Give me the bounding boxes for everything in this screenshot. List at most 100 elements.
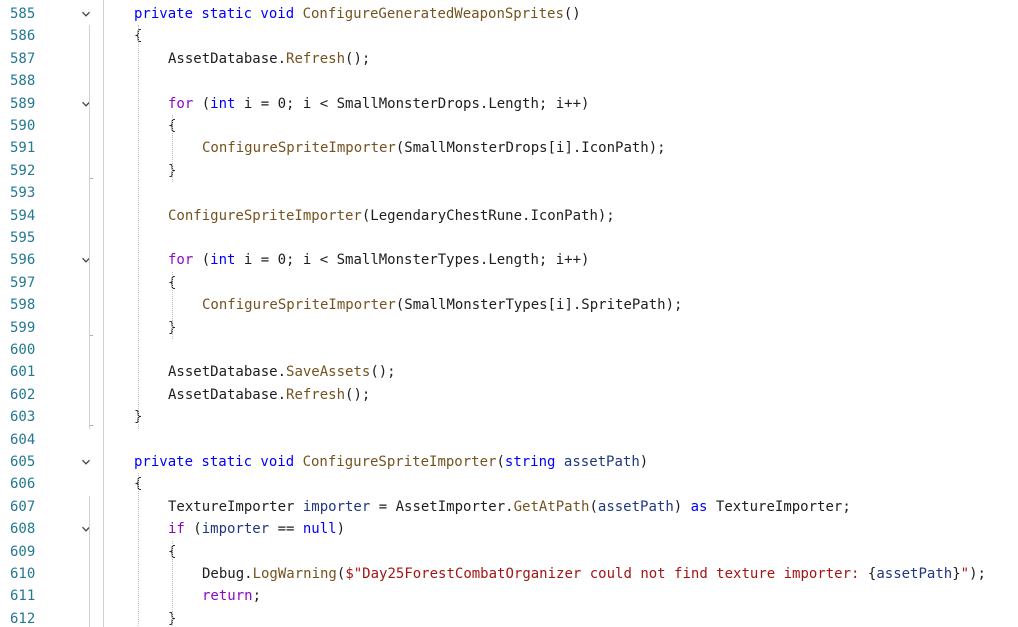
line-number: 601 (10, 364, 36, 381)
code-line[interactable]: 585 private static void ConfigureGenerate… (0, 3, 1018, 25)
line-number: 586 (10, 28, 36, 45)
line-number: 593 (10, 185, 36, 202)
indent-guide (172, 540, 173, 627)
code-token: AssetDatabase. (168, 50, 287, 67)
indent-guide (138, 473, 139, 627)
code-line[interactable]: 586{ (0, 25, 1018, 47)
code-token: $"Day25ForestCombatOrganizer could not f… (345, 566, 868, 582)
line-number: 603 (10, 409, 36, 426)
code-token: Debug. (202, 566, 253, 582)
fold-region-line (89, 25, 90, 429)
line-number: 599 (10, 319, 36, 336)
code-line[interactable]: 594 ConfigureSpriteImporter(LegendaryChes… (0, 205, 1018, 227)
code-line[interactable]: 591 ConfigureSpriteImporter(SmallMonsterD… (0, 137, 1018, 159)
code-token: ConfigureSpriteImporter (202, 140, 396, 157)
code-token: as (690, 498, 708, 515)
code-line[interactable]: 593 (0, 182, 1018, 204)
code-line[interactable]: 602 AssetDatabase.Refresh(); (0, 384, 1018, 406)
code-line[interactable]: 604 (0, 429, 1018, 451)
code-text: for (int i = 0; i < SmallMonsterTypes.Le… (168, 249, 589, 271)
line-number: 607 (10, 498, 36, 515)
chevron-down-icon[interactable] (80, 93, 92, 115)
code-line[interactable]: 612} (0, 608, 1018, 627)
code-token: assetPath (597, 498, 674, 515)
code-editor[interactable]: 585 private static void ConfigureGenerate… (0, 0, 1018, 627)
line-number: 596 (10, 252, 36, 269)
code-line[interactable]: 599} (0, 317, 1018, 339)
code-token: " (960, 566, 970, 582)
fold-region-line (89, 495, 90, 627)
code-line[interactable]: 587 AssetDatabase.Refresh(); (0, 48, 1018, 70)
code-token: string (504, 454, 564, 470)
code-line[interactable]: 601 AssetDatabase.SaveAssets(); (0, 361, 1018, 383)
indent-guide (172, 115, 173, 183)
code-line[interactable]: 592} (0, 160, 1018, 182)
code-token: ; (252, 588, 262, 605)
code-token: ) (336, 521, 346, 538)
code-token: ( (184, 521, 202, 538)
code-token: () (563, 6, 581, 22)
code-line[interactable]: 603} (0, 406, 1018, 428)
line-number: 598 (10, 297, 36, 314)
line-number: 585 (10, 6, 36, 22)
chevron-down-icon[interactable] (80, 451, 92, 473)
code-line[interactable]: 611 return; (0, 585, 1018, 607)
code-line[interactable]: 589 for (int i = 0; i < SmallMonsterDrops… (0, 93, 1018, 115)
chevron-down-icon[interactable] (80, 249, 92, 271)
indent-guide (172, 271, 173, 339)
code-token: ConfigureSpriteImporter (168, 207, 362, 224)
code-text: ConfigureSpriteImporter(SmallMonsterType… (202, 294, 682, 316)
code-text: TextureImporter importer = AssetImporter… (168, 496, 851, 518)
code-line[interactable]: 596 for (int i = 0; i < SmallMonsterTypes… (0, 249, 1018, 271)
line-number: 600 (10, 342, 36, 358)
code-line[interactable]: 597{ (0, 272, 1018, 294)
code-line[interactable]: 595 (0, 227, 1018, 249)
code-token: int (210, 252, 236, 269)
code-token: (); (345, 50, 371, 67)
code-line[interactable]: 598 ConfigureSpriteImporter(SmallMonsterT… (0, 294, 1018, 316)
code-text: for (int i = 0; i < SmallMonsterDrops.Le… (168, 93, 589, 115)
code-line[interactable]: 588 (0, 70, 1018, 92)
line-number: 604 (10, 431, 36, 448)
code-token: (LegendaryChestRune.IconPath); (361, 207, 615, 224)
code-token: if (168, 521, 185, 538)
code-text: return; (202, 585, 261, 607)
code-token: int (210, 95, 236, 112)
code-token: TextureImporter; (707, 498, 851, 515)
code-text: if (importer == null) (168, 518, 345, 540)
indent-guide (138, 25, 139, 429)
code-line[interactable]: 610 Debug.LogWarning($"Day25ForestCombatO… (0, 563, 1018, 585)
code-token: ConfigureSpriteImporter (202, 297, 396, 314)
code-token: assetPath (876, 566, 953, 582)
code-token: ) (639, 454, 649, 470)
code-text: ConfigureSpriteImporter(LegendaryChestRu… (168, 205, 615, 227)
line-number: 608 (10, 521, 36, 538)
code-token: ) (673, 498, 691, 515)
code-token: i = 0; i < SmallMonsterDrops.Length; i++… (235, 95, 590, 112)
code-line[interactable]: 606{ (0, 473, 1018, 495)
code-token: AssetDatabase. (168, 386, 287, 403)
code-line[interactable]: 600 (0, 339, 1018, 361)
code-line[interactable]: 605 private static void ConfigureSpriteIm… (0, 451, 1018, 473)
code-text: private static void ConfigureGeneratedWe… (134, 3, 581, 25)
chevron-down-icon[interactable] (80, 3, 92, 25)
chevron-down-icon[interactable] (80, 518, 92, 540)
code-line[interactable]: 608 if (importer == null) (0, 518, 1018, 540)
code-token: ); (969, 566, 986, 582)
code-token: ConfigureSpriteImporter (302, 454, 497, 470)
code-token: SaveAssets (286, 364, 371, 381)
code-text: Debug.LogWarning($"Day25ForestCombatOrga… (202, 563, 986, 585)
code-line[interactable]: 609{ (0, 541, 1018, 563)
code-line[interactable]: 590{ (0, 115, 1018, 137)
code-token: == (269, 521, 303, 538)
line-number: 595 (10, 230, 36, 246)
line-number: 589 (10, 95, 36, 112)
code-token: private static void (134, 6, 303, 22)
code-token: Refresh (286, 386, 346, 403)
line-number: 594 (10, 207, 36, 224)
line-number: 587 (10, 50, 36, 67)
code-token: ( (193, 95, 211, 112)
code-token: ( (496, 454, 505, 470)
code-line[interactable]: 607 TextureImporter importer = AssetImpor… (0, 496, 1018, 518)
line-number: 612 (10, 610, 36, 627)
